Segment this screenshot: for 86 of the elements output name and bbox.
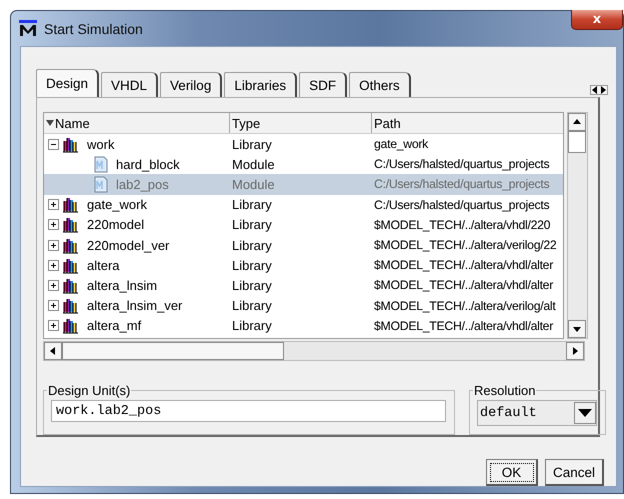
item-name: gate_work xyxy=(86,197,147,212)
module-file-icon xyxy=(94,176,108,193)
item-type: Library xyxy=(231,197,273,212)
tab[interactable]: VHDL xyxy=(101,72,158,97)
up-arrow-icon[interactable] xyxy=(572,118,581,126)
sort-icon xyxy=(46,119,54,127)
item-type: Library xyxy=(231,136,273,152)
module-file-icon xyxy=(94,156,108,173)
right-arrow-icon[interactable] xyxy=(571,347,579,355)
group-label: Resolution xyxy=(473,383,536,398)
column-header[interactable]: Name xyxy=(44,113,230,133)
tree-row[interactable]: gate_work Library C:/Users/halsted/quartus_projects xyxy=(44,194,563,215)
item-type: Library xyxy=(231,258,273,273)
vertical-scrollbar[interactable] xyxy=(566,112,588,339)
item-name: altera_lnsim_ver xyxy=(86,298,182,314)
item-name: altera_mf xyxy=(86,318,142,334)
expand-icon[interactable] xyxy=(48,240,59,251)
item-type: Module xyxy=(231,156,276,172)
tab[interactable]: Design xyxy=(36,69,100,97)
scroll-thumb[interactable] xyxy=(62,342,284,360)
item-type: Library xyxy=(231,217,273,232)
close-button[interactable]: x xyxy=(571,10,623,30)
tree-row[interactable]: altera_mf Library $MODEL_TECH/../altera/vhdl/alter xyxy=(44,316,563,336)
right-arrow-icon[interactable] xyxy=(599,86,607,94)
expand-icon[interactable] xyxy=(48,320,59,332)
expand-icon[interactable] xyxy=(48,219,59,230)
item-name: 220model_ver xyxy=(86,238,170,253)
item-name: work xyxy=(86,136,114,152)
item-path: $MODEL_TECH/../altera/vhdl/alter xyxy=(373,278,554,292)
tab[interactable]: SDF xyxy=(299,72,348,97)
library-icon xyxy=(63,317,79,334)
item-name: lab2_pos xyxy=(115,176,169,192)
collapse-icon[interactable] xyxy=(48,138,59,150)
tree-row[interactable]: altera_lnsim_ver Library $MODEL_TECH/../altera/verilog/alt xyxy=(44,296,563,316)
item-path: gate_work xyxy=(373,137,430,152)
item-path: C:/Users/halsted/quartus_projects xyxy=(373,157,550,172)
item-path: $MODEL_TECH/../altera/vhdl/220 xyxy=(373,218,552,232)
tree-row[interactable]: altera Library $MODEL_TECH/../altera/vhdl/alter xyxy=(44,255,563,276)
tab[interactable]: Verilog xyxy=(160,72,222,97)
tree-row[interactable]: 220model Library $MODEL_TECH/../altera/vhdl/220 xyxy=(44,214,563,235)
expand-icon[interactable] xyxy=(48,199,59,210)
horizontal-scrollbar[interactable] xyxy=(43,341,585,361)
tab[interactable]: Libraries xyxy=(224,72,298,97)
library-icon xyxy=(63,297,79,314)
tree-row[interactable]: 220model_ver Library $MODEL_TECH/../altera/verilog/22 xyxy=(44,234,563,256)
tab[interactable]: Others xyxy=(349,72,411,97)
window-title: Start Simulation xyxy=(44,20,143,36)
app-logo-icon xyxy=(19,20,37,37)
dialog-button[interactable]: OK xyxy=(486,459,538,486)
item-path: $MODEL_TECH/../altera/vhdl/alter xyxy=(373,318,554,333)
item-type: Library xyxy=(231,278,273,293)
item-path: $MODEL_TECH/../altera/verilog/alt xyxy=(373,298,557,313)
design-unit-field[interactable]: work.lab2_pos xyxy=(51,400,446,422)
expand-icon[interactable] xyxy=(48,300,59,312)
item-path: $MODEL_TECH/../altera/vhdl/alter xyxy=(373,258,554,272)
library-icon xyxy=(63,136,79,153)
tree-row[interactable]: hard_block Module C:/Users/halsted/quartus_projects xyxy=(44,154,563,174)
item-type: Module xyxy=(231,176,276,192)
item-type: Library xyxy=(231,298,273,314)
item-path: C:/Users/halsted/quartus_projects xyxy=(373,198,550,212)
item-name: altera_lnsim xyxy=(86,278,158,293)
tree-row[interactable]: altera_lnsim Library $MODEL_TECH/../altera/vhdl/alter xyxy=(44,275,563,296)
left-arrow-icon[interactable] xyxy=(49,347,57,355)
library-icon xyxy=(63,196,79,214)
item-name: 220model xyxy=(86,217,144,232)
resolution-dropdown[interactable]: default xyxy=(477,400,597,426)
item-type: Library xyxy=(231,238,273,253)
tree-row[interactable]: work Library gate_work xyxy=(44,134,563,154)
item-name: altera xyxy=(86,258,120,273)
item-type: Library xyxy=(231,318,273,334)
tab-scroll-control[interactable] xyxy=(590,85,608,95)
scroll-thumb[interactable] xyxy=(568,131,586,153)
dialog-button[interactable]: Cancel xyxy=(544,459,604,486)
library-icon xyxy=(63,276,79,294)
group-label: Design Unit(s) xyxy=(47,383,132,398)
down-arrow-icon[interactable] xyxy=(572,325,581,333)
item-path: $MODEL_TECH/../altera/verilog/22 xyxy=(373,238,558,252)
library-icon xyxy=(63,236,79,254)
column-header[interactable]: Type xyxy=(230,113,372,133)
left-arrow-icon[interactable] xyxy=(591,86,599,94)
library-icon xyxy=(63,216,79,234)
item-path: C:/Users/halsted/quartus_projects xyxy=(373,177,550,192)
library-icon xyxy=(63,256,79,274)
item-name: hard_block xyxy=(115,156,180,172)
expand-icon[interactable] xyxy=(48,260,59,271)
expand-icon[interactable] xyxy=(48,280,59,291)
